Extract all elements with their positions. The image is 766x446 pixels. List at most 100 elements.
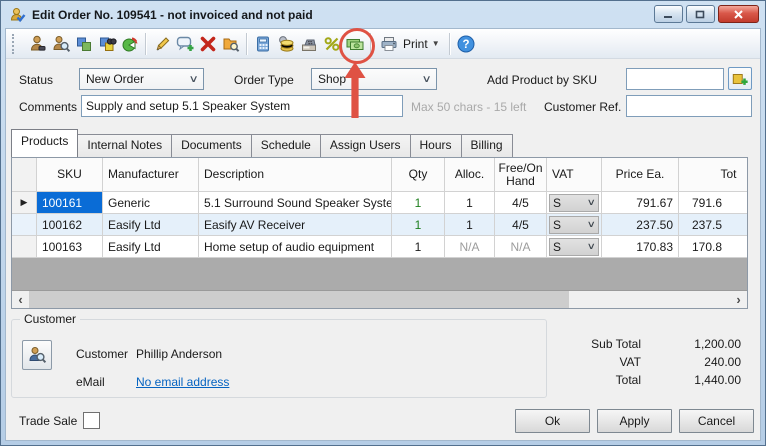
comments-input[interactable]: [81, 95, 403, 117]
toolbar-grip[interactable]: [12, 34, 22, 54]
vat-select[interactable]: S∨: [549, 194, 599, 212]
printer-icon: [379, 34, 399, 54]
discount-icon[interactable]: [320, 32, 343, 56]
alloc-cell[interactable]: 1: [445, 192, 495, 214]
find-customer-icon[interactable]: [49, 32, 72, 56]
description-cell[interactable]: Easify AV Receiver: [199, 214, 392, 236]
minimize-button[interactable]: [654, 5, 683, 23]
total-cell[interactable]: 791.6: [679, 192, 748, 214]
free-on-hand-cell[interactable]: N/A: [495, 236, 547, 258]
col-price-ea[interactable]: Price Ea.: [602, 158, 679, 192]
easify-mascot-icon[interactable]: [118, 32, 141, 56]
scrollbar-thumb[interactable]: [29, 291, 569, 308]
sku-cell[interactable]: 100161: [37, 192, 103, 214]
trade-sale-label: Trade Sale: [19, 414, 77, 428]
tab-products[interactable]: Products: [11, 129, 78, 157]
alloc-cell[interactable]: 1: [445, 214, 495, 236]
toolbar: Print ▼ ?: [6, 29, 760, 59]
chevron-down-icon: ∨: [421, 74, 431, 85]
comments-hint: Max 50 chars - 15 left: [411, 100, 526, 114]
customer-field-label: Customer: [76, 347, 128, 361]
qty-cell[interactable]: 1: [392, 236, 445, 258]
subtotal-value: 1,200.00: [641, 337, 741, 351]
apply-button[interactable]: Apply: [597, 409, 672, 433]
find-product-icon[interactable]: [95, 32, 118, 56]
description-cell[interactable]: 5.1 Surround Sound Speaker System: [199, 192, 392, 214]
free-on-hand-cell[interactable]: 4/5: [495, 192, 547, 214]
coins-icon[interactable]: [274, 32, 297, 56]
calculator-icon[interactable]: [251, 32, 274, 56]
customer-ref-input[interactable]: [626, 95, 752, 117]
order-icon: [10, 7, 26, 23]
tab-billing[interactable]: Billing: [461, 134, 513, 157]
status-select[interactable]: New Order∨: [79, 68, 204, 90]
tab-assign-users[interactable]: Assign Users: [320, 134, 411, 157]
payments-icon[interactable]: [343, 32, 366, 56]
col-description[interactable]: Description: [199, 158, 392, 192]
col-sku[interactable]: SKU: [37, 158, 103, 192]
vat-cell[interactable]: S∨: [547, 214, 602, 236]
col-vat[interactable]: VAT: [547, 158, 602, 192]
col-total[interactable]: Tot: [679, 158, 748, 192]
free-on-hand-cell[interactable]: 4/5: [495, 214, 547, 236]
vat-cell[interactable]: S∨: [547, 236, 602, 258]
add-product-icon[interactable]: [72, 32, 95, 56]
price-cell[interactable]: 791.67: [602, 192, 679, 214]
find-order-icon[interactable]: [219, 32, 242, 56]
add-product-sku-input[interactable]: [626, 68, 724, 90]
delete-icon[interactable]: [196, 32, 219, 56]
description-cell[interactable]: Home setup of audio equipment: [199, 236, 392, 258]
col-free-on-hand[interactable]: Free/On Hand: [495, 158, 547, 192]
col-alloc[interactable]: Alloc.: [445, 158, 495, 192]
manufacturer-cell[interactable]: Easify Ltd: [103, 214, 199, 236]
row-selector-cell[interactable]: ▶: [12, 192, 37, 214]
trade-sale-checkbox[interactable]: [83, 412, 100, 429]
add-comment-icon[interactable]: [173, 32, 196, 56]
order-type-select[interactable]: Shop∨: [311, 68, 437, 90]
horizontal-scrollbar[interactable]: ‹ ›: [12, 291, 747, 308]
scrollbar-track[interactable]: [569, 291, 730, 308]
help-icon[interactable]: ?: [455, 32, 478, 56]
row-selector-cell[interactable]: [12, 236, 37, 258]
tab-documents[interactable]: Documents: [171, 134, 252, 157]
manufacturer-cell[interactable]: Generic: [103, 192, 199, 214]
order-type-label: Order Type: [234, 73, 294, 87]
table-row[interactable]: 100162 Easify Ltd Easify AV Receiver 1 1…: [12, 214, 747, 236]
alloc-cell[interactable]: N/A: [445, 236, 495, 258]
tab-hours[interactable]: Hours: [410, 134, 462, 157]
qty-cell[interactable]: 1: [392, 214, 445, 236]
email-link[interactable]: No email address: [136, 375, 229, 389]
maximize-button[interactable]: [686, 5, 715, 23]
add-sku-button[interactable]: [728, 67, 752, 90]
edit-icon[interactable]: [150, 32, 173, 56]
vat-cell[interactable]: S∨: [547, 192, 602, 214]
scroll-right-icon[interactable]: ›: [730, 291, 747, 308]
ok-button[interactable]: Ok: [515, 409, 590, 433]
tab-internal-notes[interactable]: Internal Notes: [77, 134, 172, 157]
vat-select[interactable]: S∨: [549, 238, 599, 256]
cancel-button[interactable]: Cancel: [679, 409, 754, 433]
col-manufacturer[interactable]: Manufacturer: [103, 158, 199, 192]
close-button[interactable]: [718, 5, 759, 23]
products-table: SKU Manufacturer Description Qty Alloc. …: [11, 157, 748, 309]
title-bar[interactable]: Edit Order No. 109541 - not invoiced and…: [1, 1, 765, 28]
sku-cell[interactable]: 100162: [37, 214, 103, 236]
col-qty[interactable]: Qty: [392, 158, 445, 192]
qty-cell[interactable]: 1: [392, 192, 445, 214]
price-cell[interactable]: 170.83: [602, 236, 679, 258]
table-row[interactable]: 100163 Easify Ltd Home setup of audio eq…: [12, 236, 747, 258]
total-cell[interactable]: 170.8: [679, 236, 748, 258]
total-cell[interactable]: 237.5: [679, 214, 748, 236]
row-selector-cell[interactable]: [12, 214, 37, 236]
customer-lookup-button[interactable]: [22, 340, 52, 370]
manufacturer-cell[interactable]: Easify Ltd: [103, 236, 199, 258]
sku-cell[interactable]: 100163: [37, 236, 103, 258]
print-button[interactable]: Print ▼: [375, 32, 446, 56]
scroll-left-icon[interactable]: ‹: [12, 291, 29, 308]
add-customer-icon[interactable]: [26, 32, 49, 56]
vat-select[interactable]: S∨: [549, 216, 599, 234]
price-cell[interactable]: 237.50: [602, 214, 679, 236]
tab-schedule[interactable]: Schedule: [251, 134, 321, 157]
table-row[interactable]: ▶ 100161 Generic 5.1 Surround Sound Spea…: [12, 192, 747, 214]
till-icon[interactable]: [297, 32, 320, 56]
